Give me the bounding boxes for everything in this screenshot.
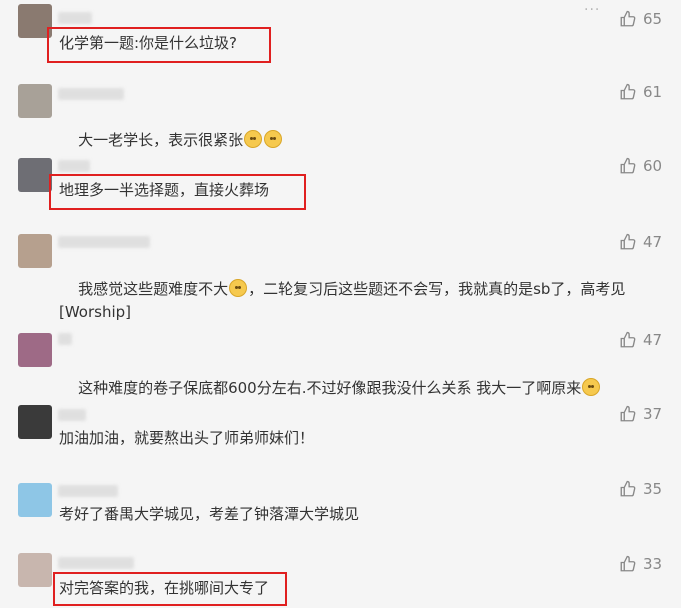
like-count: 47	[643, 233, 663, 251]
highlight-box	[47, 27, 271, 63]
worried-face-icon	[244, 130, 263, 148]
more-options-icon[interactable]: ···	[584, 2, 600, 18]
username[interactable]	[58, 12, 92, 24]
thumbs-up-icon	[620, 10, 636, 27]
comment-text: 考好了番禺大学城见，考差了钟落潭大学城见	[59, 505, 360, 523]
thumbs-up-icon	[620, 83, 636, 100]
comment-text-main: 大一老学长，表示很紧张	[78, 131, 244, 149]
grin-face-icon	[582, 378, 601, 396]
comment-text-continued: ，二轮复习后这些题还不会写，我就真的是sb了，高考见	[248, 280, 626, 298]
comment-text: 我感觉这些题难度不大 ，二轮复习后这些题还不会写，我就真的是sb了，高考见 [Wor…	[59, 255, 669, 347]
like-count: 35	[643, 480, 663, 498]
thumbs-up-icon	[620, 331, 636, 348]
username[interactable]	[58, 557, 134, 569]
avatar[interactable]	[18, 234, 52, 268]
like-count: 37	[643, 405, 663, 423]
comment-text: 这种难度的卷子保底都600分左右.不过好像跟我没什么关系 我大一了啊原来	[59, 354, 669, 423]
thumbs-up-icon	[620, 405, 636, 422]
worried-face-icon	[264, 130, 283, 148]
like-button[interactable]: 37	[619, 405, 662, 423]
username[interactable]	[58, 333, 72, 345]
like-count: 60	[643, 157, 663, 175]
comment-text-line2: [Worship]	[59, 303, 132, 321]
username[interactable]	[58, 160, 90, 172]
thumbs-up-icon	[620, 480, 636, 497]
like-count: 33	[643, 555, 663, 573]
avatar[interactable]	[18, 553, 52, 587]
like-count: 61	[643, 83, 663, 101]
like-count: 65	[643, 10, 663, 28]
thumbs-up-icon	[620, 233, 636, 250]
username[interactable]	[58, 236, 150, 248]
like-button[interactable]: 35	[619, 480, 662, 498]
comment-text-main: 这种难度的卷子保底都600分左右.不过好像跟我没什么关系 我大一了啊原来	[78, 379, 582, 397]
highlight-box	[49, 174, 306, 210]
like-button[interactable]: 47	[619, 331, 662, 349]
like-button[interactable]: 65	[619, 10, 662, 28]
like-button[interactable]: 33	[619, 555, 662, 573]
like-button[interactable]: 60	[619, 157, 662, 175]
avatar[interactable]	[18, 405, 52, 439]
like-button[interactable]: 61	[619, 83, 662, 101]
smile-face-icon	[229, 279, 248, 297]
like-button[interactable]: 47	[619, 233, 662, 251]
comment-text: 大一老学长，表示很紧张	[59, 106, 283, 175]
avatar[interactable]	[18, 158, 52, 192]
comment-text: 加油加油，就要熬出头了师弟师妹们！	[59, 429, 315, 447]
avatar[interactable]	[18, 483, 52, 517]
username[interactable]	[58, 485, 118, 497]
username[interactable]	[58, 88, 124, 100]
avatar[interactable]	[18, 333, 52, 367]
comment-text-main: 我感觉这些题难度不大	[78, 280, 229, 298]
thumbs-up-icon	[620, 157, 636, 174]
avatar[interactable]	[18, 84, 52, 118]
thumbs-up-icon	[620, 555, 636, 572]
highlight-box	[53, 572, 287, 606]
like-count: 47	[643, 331, 663, 349]
username[interactable]	[58, 409, 86, 421]
